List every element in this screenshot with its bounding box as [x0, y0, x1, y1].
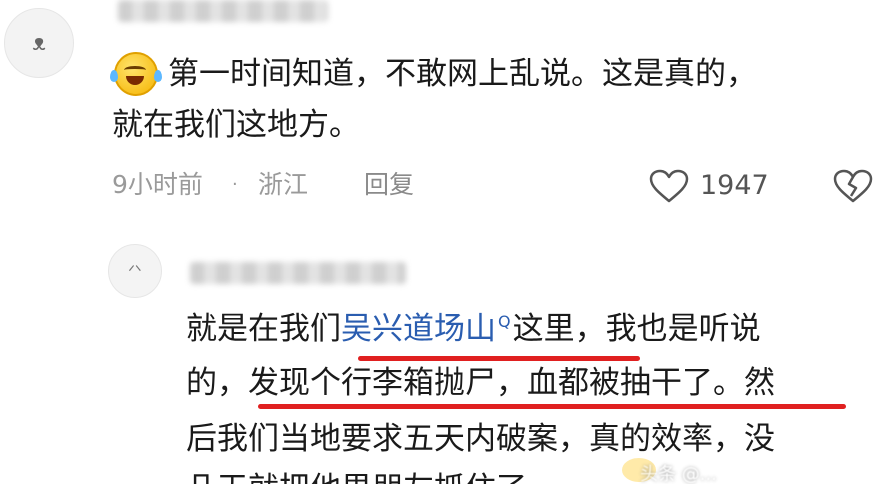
reply-prefix: 就是在我们 [186, 311, 341, 347]
comment-text-2: 就在我们这地方。 [112, 107, 360, 143]
comment-thread: ᴥ 第一时间知道，不敢网上乱说。这是真的， 就在我们这地方。 9小时前 · 浙江… [0, 0, 896, 484]
reply-suffix: 这里，我也是听说 [512, 311, 761, 347]
reply-line-2: 的，发现个行李箱抛尸，血都被抽干了。然 [186, 365, 775, 401]
blurred-reply-username[interactable] [190, 262, 406, 284]
watermark: 头条 @... [640, 464, 717, 484]
reply-avatar[interactable]: ᐟᐠ [108, 244, 162, 298]
blurred-username[interactable] [118, 0, 328, 22]
avatar[interactable]: ᴥ [4, 8, 74, 78]
red-underline-2 [258, 404, 846, 409]
heart-outline-icon[interactable] [648, 168, 690, 204]
comment-text-1: 第一时间知道，不敢网上乱说。这是真的， [168, 55, 757, 92]
reply-button[interactable]: 回复 [364, 172, 414, 197]
like-count: 1947 [700, 170, 769, 201]
reply-line-4: 几天就把他男朋友抓住了 [186, 474, 527, 484]
broken-heart-icon[interactable] [832, 168, 874, 204]
red-underline-1 [358, 356, 640, 361]
comment-time: 9小时前 [112, 170, 203, 199]
meta-separator: · [232, 174, 238, 195]
place-link[interactable]: 吴兴道场山 [341, 311, 496, 347]
search-icon[interactable]: Q [498, 314, 511, 330]
comment-line-1: 第一时间知道，不敢网上乱说。这是真的， [110, 52, 757, 96]
comment-location: 浙江 [258, 170, 309, 199]
laugh-cry-emoji-icon [110, 52, 162, 96]
reply-line-3: 后我们当地要求五天内破案，真的效率，没 [186, 421, 775, 457]
reply-line-1: 就是在我们吴兴道场山 Q这里，我也是听说 [186, 314, 761, 345]
